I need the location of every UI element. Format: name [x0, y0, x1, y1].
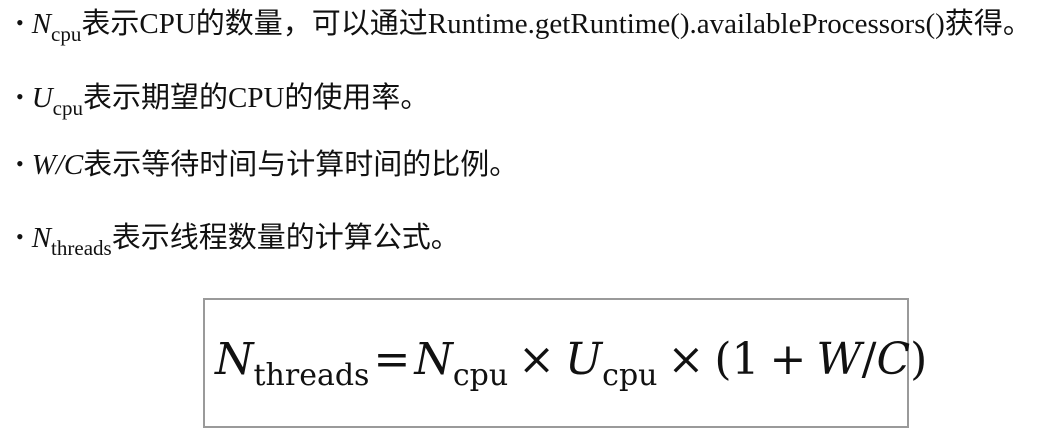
bullet-item-ucpu: • Ucpu表示期望的CPU的使用率。 — [16, 80, 430, 120]
formula-one: 1 — [731, 334, 760, 385]
bullet-dot-icon: • — [16, 84, 24, 109]
formula-ncpu-symbol: N — [414, 334, 453, 385]
formula-ucpu-subscript: cpu — [602, 358, 658, 393]
formula-times-operator: × — [667, 334, 705, 385]
formula-lhs-symbol: N — [215, 334, 254, 385]
bullet-dot-icon: • — [16, 10, 24, 35]
formula-times-operator: × — [518, 334, 556, 385]
bullet-text: 表示线程数量的计算公式。 — [111, 222, 460, 254]
formula-close-paren: ) — [910, 334, 928, 385]
symbol-subscript: threads — [51, 236, 112, 260]
formula-plus-operator: + — [769, 334, 807, 385]
bullet-item-ncpu: • Ncpu表示CPU的数量，可以通过Runtime.getRuntime().a… — [16, 6, 1032, 46]
bullet-dot-icon: • — [16, 151, 24, 176]
formula-box: Nthreads=Ncpu × Ucpu × (1 + W/C) — [203, 298, 927, 428]
bullet-text: 表示期望的CPU的使用率。 — [82, 82, 430, 114]
bullet-item-wc: • W/C表示等待时间与计算时间的比例。 — [16, 147, 518, 185]
bullet-text: 表示等待时间与计算时间的比例。 — [83, 149, 519, 181]
symbol: W/C — [31, 149, 84, 181]
symbol: U — [31, 82, 53, 114]
thread-count-formula: Nthreads=Ncpu × Ucpu × (1 + W/C) — [215, 330, 927, 395]
formula-w-symbol: W — [816, 334, 862, 385]
symbol-subscript: cpu — [52, 96, 83, 120]
bullet-text: 表示CPU的数量，可以通过Runtime.getRuntime().availa… — [81, 8, 1032, 40]
formula-ucpu-symbol: U — [565, 334, 603, 385]
symbol: N — [31, 222, 52, 254]
formula-ncpu-subscript: cpu — [452, 358, 509, 393]
formula-slash: / — [861, 334, 877, 385]
formula-equals: = — [373, 334, 411, 385]
formula-c-symbol: C — [876, 334, 911, 385]
formula-lhs-subscript: threads — [253, 358, 370, 393]
symbol-subscript: cpu — [51, 22, 82, 46]
bullet-dot-icon: • — [16, 224, 24, 249]
bullet-item-nthreads: • Nthreads表示线程数量的计算公式。 — [16, 220, 460, 260]
symbol: N — [31, 8, 52, 40]
formula-open-paren: ( — [714, 334, 732, 385]
